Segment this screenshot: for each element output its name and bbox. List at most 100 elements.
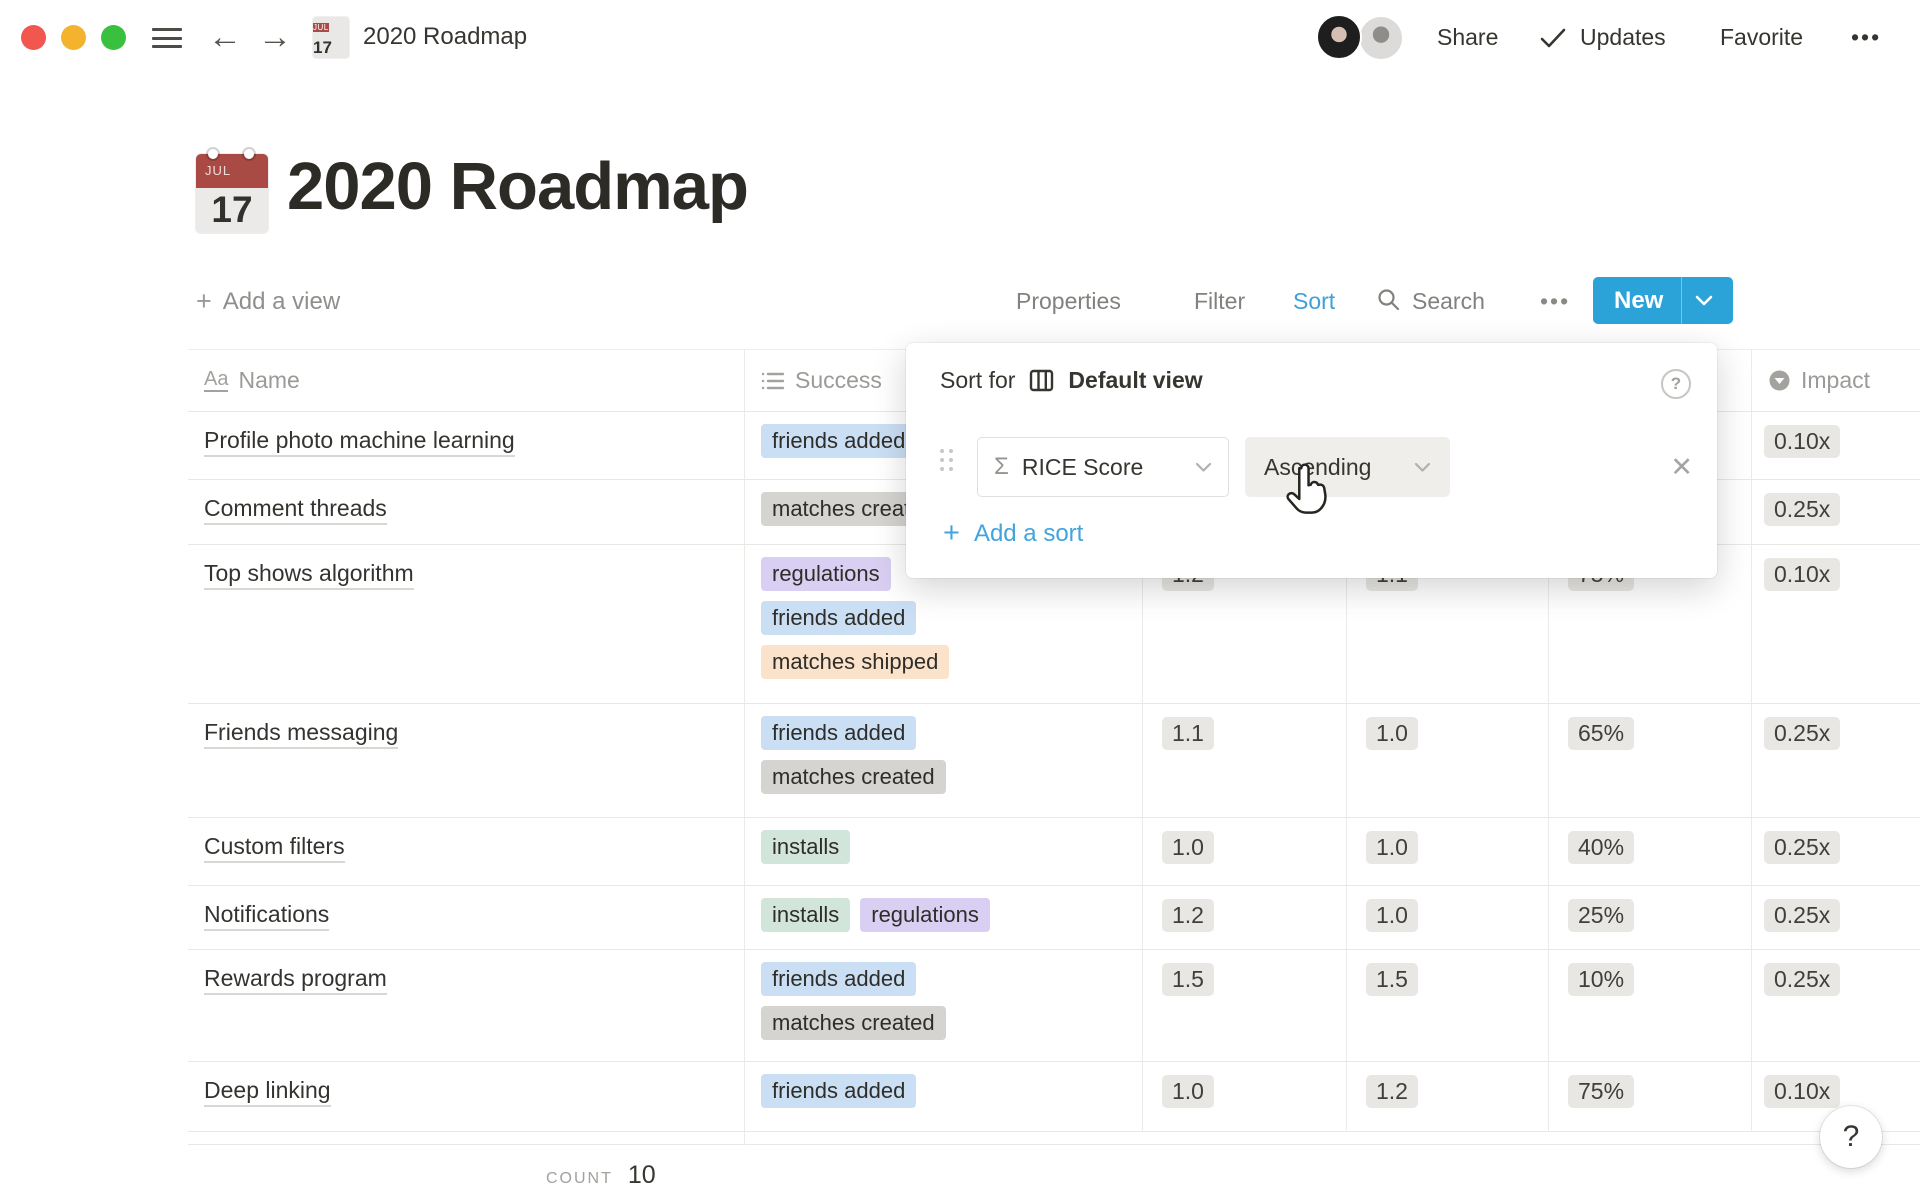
impact-pill[interactable]: 0.10x bbox=[1764, 1075, 1840, 1108]
add-sort-button[interactable]: + Add a sort bbox=[943, 517, 1083, 550]
more-options-icon[interactable]: ••• bbox=[1851, 24, 1881, 51]
tag-friends-added[interactable]: friends added bbox=[761, 962, 916, 996]
cell-value[interactable]: 1.0 bbox=[1347, 818, 1549, 885]
value-pill[interactable]: 1.0 bbox=[1366, 831, 1418, 864]
row-page-link[interactable]: Profile photo machine learning bbox=[204, 427, 515, 457]
column-header-name[interactable]: AaName bbox=[188, 350, 745, 411]
cell-name[interactable]: Comment threads bbox=[188, 480, 745, 544]
tag-matches-created[interactable]: matches created bbox=[761, 760, 946, 794]
properties-button[interactable]: Properties bbox=[1016, 288, 1121, 315]
page-title[interactable]: 2020 Roadmap bbox=[287, 148, 748, 225]
tag-regulations[interactable]: regulations bbox=[860, 898, 990, 932]
row-page-link[interactable]: Comment threads bbox=[204, 495, 387, 525]
value-pill[interactable]: 25% bbox=[1568, 899, 1634, 932]
cell-value[interactable]: 1.0 bbox=[1143, 1062, 1347, 1131]
tag-matches-created[interactable]: matches created bbox=[761, 1006, 946, 1040]
value-pill[interactable]: 1.2 bbox=[1366, 1075, 1418, 1108]
cell-name[interactable]: Friends messaging bbox=[188, 704, 745, 817]
value-pill[interactable]: 75% bbox=[1568, 1075, 1634, 1108]
value-pill[interactable]: 1.2 bbox=[1162, 899, 1214, 932]
impact-pill[interactable]: 0.25x bbox=[1764, 899, 1840, 932]
help-fab-button[interactable]: ? bbox=[1820, 1106, 1882, 1168]
cell-value[interactable]: 1.5 bbox=[1347, 950, 1549, 1061]
tag-friends-added[interactable]: friends added bbox=[761, 424, 916, 458]
impact-pill[interactable]: 0.25x bbox=[1764, 831, 1840, 864]
search-icon[interactable] bbox=[1376, 287, 1402, 313]
value-pill[interactable]: 65% bbox=[1568, 717, 1634, 750]
tag-friends-added[interactable]: friends added bbox=[761, 1074, 916, 1108]
row-page-link[interactable]: Rewards program bbox=[204, 965, 387, 995]
row-page-link[interactable]: Friends messaging bbox=[204, 719, 398, 749]
cell-value[interactable]: 1.0 bbox=[1347, 886, 1549, 949]
sort-field-dropdown[interactable]: Σ RICE Score bbox=[977, 437, 1229, 497]
updates-button[interactable]: Updates bbox=[1580, 24, 1666, 51]
cell-name[interactable]: Rewards program bbox=[188, 950, 745, 1061]
cell-value[interactable]: 1.5 bbox=[1143, 950, 1347, 1061]
close-window-button[interactable] bbox=[21, 25, 46, 50]
share-button[interactable]: Share bbox=[1437, 24, 1498, 51]
impact-pill[interactable]: 0.10x bbox=[1764, 425, 1840, 458]
value-pill[interactable]: 40% bbox=[1568, 831, 1634, 864]
cell-success-tags[interactable]: friends added bbox=[745, 1062, 1143, 1131]
cell-success-tags[interactable]: installs regulations bbox=[745, 886, 1143, 949]
tag-installs[interactable]: installs bbox=[761, 898, 850, 932]
cell-name[interactable]: Deep linking bbox=[188, 1062, 745, 1131]
minimize-window-button[interactable] bbox=[61, 25, 86, 50]
cell-value[interactable]: 1.1 bbox=[1143, 704, 1347, 817]
cell-name[interactable]: Top shows algorithm bbox=[188, 545, 745, 703]
avatar[interactable] bbox=[1358, 15, 1404, 61]
impact-pill[interactable]: 0.10x bbox=[1764, 558, 1840, 591]
sidebar-menu-icon[interactable] bbox=[152, 28, 182, 48]
cell-impact[interactable]: 0.10x bbox=[1752, 545, 1920, 703]
tag-installs[interactable]: installs bbox=[761, 830, 850, 864]
filter-button[interactable]: Filter bbox=[1194, 288, 1245, 315]
cell-value[interactable]: 25% bbox=[1549, 886, 1752, 949]
tag-matches-shipped[interactable]: matches shipped bbox=[761, 645, 949, 679]
value-pill[interactable]: 1.0 bbox=[1162, 1075, 1214, 1108]
cell-name[interactable]: Notifications bbox=[188, 886, 745, 949]
value-pill[interactable]: 1.0 bbox=[1366, 899, 1418, 932]
new-button[interactable]: New bbox=[1593, 277, 1733, 324]
impact-pill[interactable]: 0.25x bbox=[1764, 717, 1840, 750]
sort-direction-dropdown[interactable]: Ascending bbox=[1245, 437, 1450, 497]
cell-success-tags[interactable]: installs bbox=[745, 818, 1143, 885]
favorite-button[interactable]: Favorite bbox=[1720, 24, 1803, 51]
cell-value[interactable]: 40% bbox=[1549, 818, 1752, 885]
cell-impact[interactable]: 0.25x bbox=[1752, 886, 1920, 949]
cell-value[interactable]: 1.2 bbox=[1143, 886, 1347, 949]
impact-pill[interactable]: 0.25x bbox=[1764, 493, 1840, 526]
drag-handle-icon[interactable] bbox=[940, 449, 956, 485]
sort-button[interactable]: Sort bbox=[1293, 288, 1335, 315]
view-more-icon[interactable]: ••• bbox=[1540, 288, 1570, 315]
cell-value[interactable]: 1.0 bbox=[1347, 704, 1549, 817]
value-pill[interactable]: 10% bbox=[1568, 963, 1634, 996]
value-pill[interactable]: 1.0 bbox=[1162, 831, 1214, 864]
cell-name[interactable]: Custom filters bbox=[188, 818, 745, 885]
impact-pill[interactable]: 0.25x bbox=[1764, 963, 1840, 996]
cell-impact[interactable]: 0.25x bbox=[1752, 480, 1920, 544]
count-value[interactable]: 10 bbox=[628, 1161, 656, 1190]
tag-friends-added[interactable]: friends added bbox=[761, 601, 916, 635]
value-pill[interactable]: 1.1 bbox=[1162, 717, 1214, 750]
cell-success-tags[interactable]: friends added matches created bbox=[745, 704, 1143, 817]
tag-friends-added[interactable]: friends added bbox=[761, 716, 916, 750]
breadcrumb-page-title[interactable]: 2020 Roadmap bbox=[363, 23, 527, 51]
zoom-window-button[interactable] bbox=[101, 25, 126, 50]
help-icon[interactable]: ? bbox=[1661, 369, 1691, 399]
row-page-link[interactable]: Top shows algorithm bbox=[204, 560, 414, 590]
row-page-link[interactable]: Notifications bbox=[204, 901, 329, 931]
cell-value[interactable]: 10% bbox=[1549, 950, 1752, 1061]
back-arrow-icon[interactable]: ← bbox=[208, 13, 242, 61]
column-header-impact[interactable]: Impact bbox=[1752, 350, 1920, 411]
cell-name[interactable]: Profile photo machine learning bbox=[188, 412, 745, 479]
search-button[interactable]: Search bbox=[1412, 288, 1485, 315]
value-pill[interactable]: 1.0 bbox=[1366, 717, 1418, 750]
close-icon[interactable]: ✕ bbox=[1670, 447, 1693, 487]
value-pill[interactable]: 1.5 bbox=[1366, 963, 1418, 996]
forward-arrow-icon[interactable]: → bbox=[258, 13, 292, 61]
cell-impact[interactable]: 0.25x bbox=[1752, 818, 1920, 885]
cell-impact[interactable]: 0.25x bbox=[1752, 950, 1920, 1061]
cell-value[interactable]: 1.2 bbox=[1347, 1062, 1549, 1131]
cell-impact[interactable]: 0.10x bbox=[1752, 412, 1920, 479]
cell-success-tags[interactable]: friends added matches created bbox=[745, 950, 1143, 1061]
